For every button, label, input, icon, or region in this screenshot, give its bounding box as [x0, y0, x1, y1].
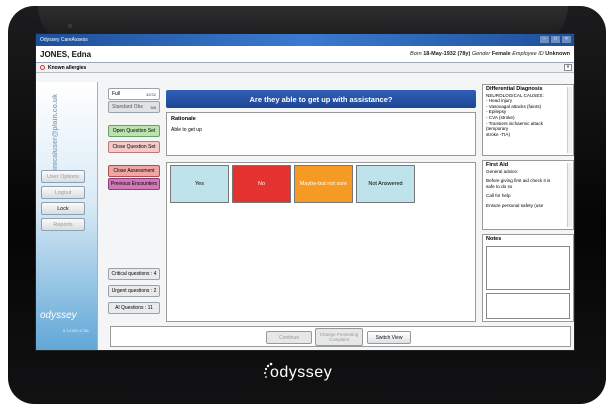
rationale-text: Able to get up [171, 127, 202, 133]
switch-view-button[interactable]: Switch View [367, 331, 411, 344]
answer-panel: Yes No Maybe-but not sure Not Answered [166, 162, 476, 322]
notes-panel: Notes [482, 234, 574, 322]
minimize-icon[interactable]: – [540, 36, 549, 43]
question-set-count: 32/32 [145, 91, 156, 97]
question-header: Are they able to get up with assistance? [166, 90, 476, 108]
maximize-icon[interactable]: □ [551, 36, 560, 43]
user-email: clinicaluser@plain.co.uk [52, 94, 59, 176]
action-footer: Continue Change Presenting Complaint Swi… [110, 326, 571, 347]
continue-button[interactable]: Continue [266, 331, 312, 344]
notes-title: Notes [486, 236, 502, 242]
chevron-down-icon[interactable]: v [564, 64, 572, 71]
born-label: Born [410, 51, 422, 57]
change-presenting-complaint-button[interactable]: Change Presenting Complaint [315, 328, 363, 346]
device-brand-text: odyssey [270, 364, 333, 381]
rationale-panel: Rationale Able to get up [166, 112, 476, 156]
window-title: Odyssey CareAssess [40, 37, 88, 43]
question-set-standard-obs[interactable]: Standard Obs 8/8 [108, 101, 160, 113]
employee-label: Employee ID [512, 51, 544, 57]
first-aid-scrollbar[interactable] [567, 163, 572, 227]
question-set-full[interactable]: Full 32/32 [108, 88, 160, 100]
reports-button[interactable]: Reports [41, 218, 85, 231]
app-screen: Odyssey CareAssess – □ × JONES, Edna Bor… [35, 33, 575, 351]
patient-demographics: Born 18-May-1932 (78y) Gender Female Emp… [410, 51, 570, 57]
urgent-questions-button[interactable]: Urgent questions : 2 [108, 285, 160, 297]
rationale-heading: Rationale [171, 116, 196, 122]
answer-maybe-button[interactable]: Maybe-but not sure [294, 165, 353, 203]
differential-scrollbar[interactable] [567, 87, 572, 153]
camera-icon [68, 24, 72, 28]
app-version: 5.3.1000.1736 [63, 328, 89, 333]
gender-label: Gender [471, 51, 491, 57]
answer-not-answered-button[interactable]: Not Answered [356, 165, 415, 203]
patient-banner: JONES, Edna Born 18-May-1932 (78y) Gende… [36, 46, 574, 63]
lock-button[interactable]: Lock [41, 202, 85, 215]
question-set-column: Full 32/32 Standard Obs 8/8 Open Questio… [104, 82, 164, 350]
all-questions-button[interactable]: Al Questions : 11 [108, 302, 160, 314]
employee-value: Unknown [545, 51, 570, 57]
close-assessment-button[interactable]: Close Assessment [108, 165, 160, 177]
question-set-label: Standard Obs [112, 104, 143, 110]
allergy-bar[interactable]: Known allergies v [36, 63, 574, 73]
answer-no-button[interactable]: No [232, 165, 291, 203]
first-aid-panel: First Aid General advice: Before giving … [482, 160, 574, 230]
logout-button[interactable]: Logout [41, 186, 85, 199]
notes-secondary-textarea[interactable] [486, 293, 570, 319]
previous-encounters-button[interactable]: Previous Encounters [108, 178, 160, 190]
allergy-label: Known allergies [48, 64, 87, 71]
differential-diagnosis-panel: Differential Diagnosis NEUROLOGICAL CAUS… [482, 84, 574, 156]
allergy-warning-icon [40, 65, 45, 70]
critical-questions-button[interactable]: Critical questions : 4 [108, 268, 160, 280]
close-question-set-button[interactable]: Close Question Set [108, 141, 160, 153]
close-icon[interactable]: × [562, 36, 571, 43]
notes-textarea[interactable] [486, 246, 570, 290]
question-set-label: Full [112, 91, 121, 97]
differential-line: stroke -TIA) [486, 131, 510, 137]
window-titlebar: Odyssey CareAssess – □ × [36, 34, 574, 46]
right-info-column: Differential Diagnosis NEUROLOGICAL CAUS… [482, 84, 574, 322]
open-question-set-button[interactable]: Open Question Set [108, 125, 160, 137]
left-sidebar: clinicaluser@plain.co.uk User Options Lo… [36, 82, 98, 350]
user-options-button[interactable]: User Options [41, 170, 85, 183]
patient-name: JONES, Edna [40, 49, 92, 59]
question-set-count: 8/8 [150, 104, 156, 110]
main-question-area: Are they able to get up with assistance?… [166, 82, 478, 350]
window-controls: – □ × [540, 36, 571, 43]
odyssey-logo: odyssey [40, 310, 77, 321]
born-value: 18-May-1932 (78y) [423, 51, 471, 57]
first-aid-line: Ensure personal safety (use [486, 202, 544, 208]
gender-value: Female [491, 51, 511, 57]
answer-yes-button[interactable]: Yes [170, 165, 229, 203]
